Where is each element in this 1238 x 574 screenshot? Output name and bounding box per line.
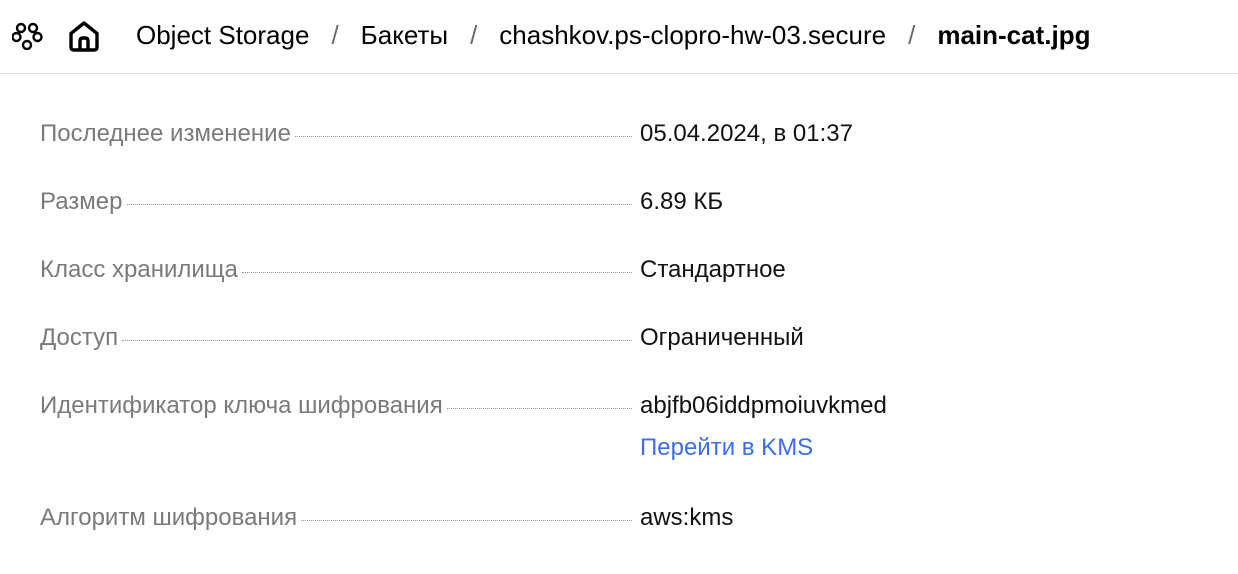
dotted-leader xyxy=(126,203,632,205)
detail-label: Доступ xyxy=(40,324,119,351)
breadcrumb-current-object: main-cat.jpg xyxy=(937,19,1091,50)
dotted-leader xyxy=(241,271,632,273)
breadcrumb-buckets[interactable]: Бакеты xyxy=(361,20,448,51)
breadcrumb-separator: / xyxy=(470,19,478,50)
detail-label: Размер xyxy=(40,188,123,215)
services-icon[interactable] xyxy=(12,22,44,50)
detail-label: Идентификатор ключа шифрования xyxy=(40,392,443,419)
dotted-leader xyxy=(446,407,632,409)
dotted-leader xyxy=(122,339,632,341)
detail-row-encryption-key: Идентификатор ключа шифрования abjfb06id… xyxy=(40,392,887,420)
detail-value: 6.89 КБ xyxy=(640,188,724,215)
detail-row-size: Размер 6.89 КБ xyxy=(40,188,723,216)
detail-row-storage-class: Класс хранилища Стандартное xyxy=(40,256,786,284)
detail-row-access: Доступ Ограниченный xyxy=(40,324,804,352)
detail-value: abjfb06iddpmoiuvkmed xyxy=(640,392,887,419)
detail-label: Класс хранилища xyxy=(40,256,238,283)
top-header: Object Storage / Бакеты / chashkov.ps-cl… xyxy=(0,0,1238,74)
go-to-kms-link[interactable]: Перейти в KMS xyxy=(640,434,813,462)
detail-value: Ограниченный xyxy=(640,324,804,351)
detail-row-encryption-algorithm: Алгоритм шифрования aws:kms xyxy=(40,504,733,532)
detail-value: aws:kms xyxy=(640,504,734,531)
detail-label: Последнее изменение xyxy=(40,120,291,147)
detail-value: Стандартное xyxy=(640,256,786,283)
detail-row-modified: Последнее изменение 05.04.2024, в 01:37 xyxy=(40,120,853,148)
detail-label: Алгоритм шифрования xyxy=(40,504,298,531)
breadcrumb-bucket[interactable]: chashkov.ps-clopro-hw-03.secure xyxy=(499,20,886,51)
breadcrumb: Object Storage / Бакеты / chashkov.ps-cl… xyxy=(136,19,1090,51)
detail-value: 05.04.2024, в 01:37 xyxy=(640,120,853,147)
breadcrumb-separator: / xyxy=(908,19,916,50)
breadcrumb-separator: / xyxy=(331,19,339,50)
breadcrumb-object-storage[interactable]: Object Storage xyxy=(136,20,309,51)
dotted-leader xyxy=(301,519,632,521)
dotted-leader xyxy=(294,135,632,137)
home-icon[interactable] xyxy=(66,18,102,54)
